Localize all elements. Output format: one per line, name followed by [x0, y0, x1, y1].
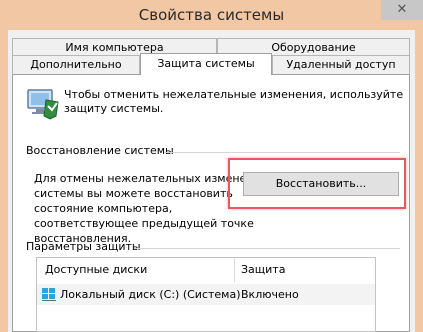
column-header-drives[interactable]: Доступные диски [45, 258, 147, 282]
tab-remote[interactable]: Удаленный доступ [272, 55, 410, 74]
window-title: Свойства системы [138, 6, 285, 24]
intro-text-line2: защиту системы. [64, 102, 164, 115]
highlight-box [228, 158, 406, 209]
intro-text-line1: Чтобы отменить нежелательные изменения, … [64, 88, 404, 101]
table-row[interactable]: Локальный диск (C:) (Система) Включено [37, 284, 375, 305]
column-separator[interactable] [234, 258, 235, 282]
section-title-restore: Восстановление системы [26, 144, 174, 157]
column-header-protection[interactable]: Защита [241, 258, 285, 282]
close-button[interactable]: ✕ [381, 0, 423, 20]
drive-icon [42, 288, 56, 301]
section-title-protection: Параметры защиты [26, 240, 141, 253]
restore-text-line4: соответствующее предыдущей точке [34, 217, 254, 230]
tab-advanced[interactable]: Дополнительно [12, 55, 140, 74]
tab-system-protection[interactable]: Защита системы [140, 53, 272, 75]
restore-text-line2: системы вы можете восстановить [34, 187, 233, 200]
close-icon[interactable]: ✕ [381, 0, 423, 20]
drive-name: Локальный диск (C:) (Система) [60, 288, 241, 301]
window-frame-right [415, 30, 423, 332]
section-divider [134, 248, 400, 249]
restore-text-line3: состояние компьютера, [34, 202, 173, 215]
section-divider [164, 152, 400, 153]
protection-status: Включено [241, 288, 299, 301]
drives-list[interactable]: Доступные диски Защита Локальный диск (C… [36, 257, 376, 332]
window-frame-left [0, 30, 8, 332]
shield-icon [26, 86, 60, 120]
